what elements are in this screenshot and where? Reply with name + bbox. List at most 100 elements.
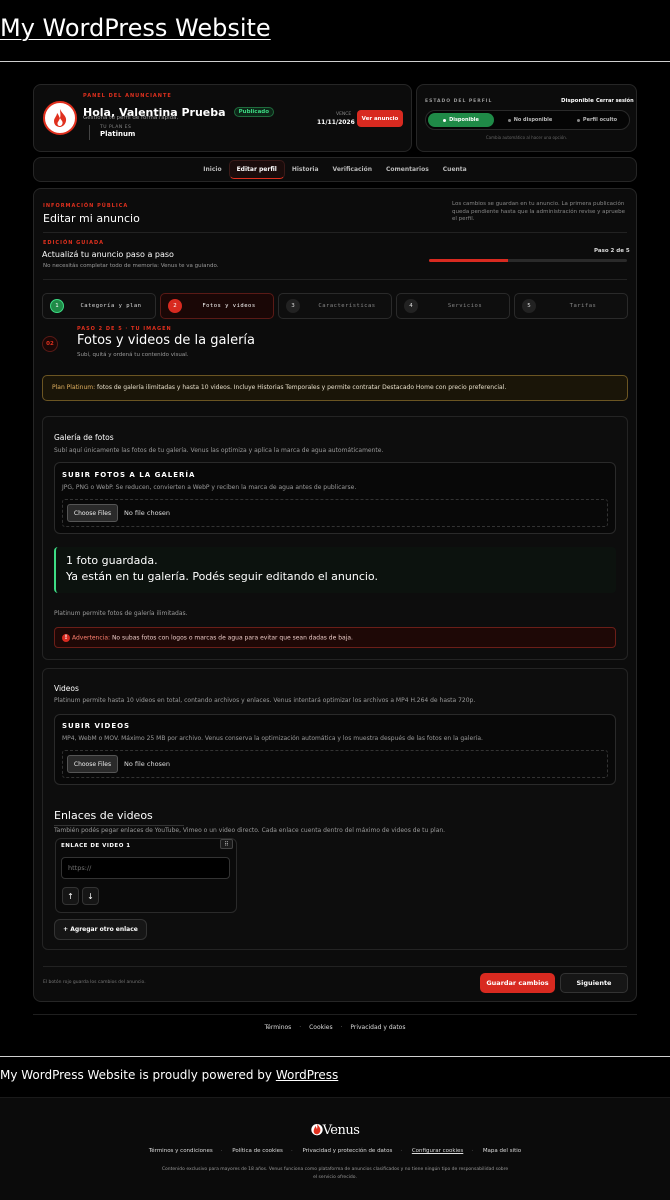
gallery-no-file: No file chosen (124, 509, 171, 517)
status-badge: Publicado (233, 106, 274, 117)
step-1-label: Categoría y plan (80, 303, 142, 309)
status-option-hidden[interactable]: Perfil oculto (566, 113, 628, 127)
powered-text: My WordPress Website is proudly powered … (0, 1068, 276, 1082)
actions-note: El botón rojo guarda los cambios del anu… (43, 980, 146, 985)
gallery-title: Galería de fotos (54, 433, 114, 442)
videos-upload-title: SUBIR VIDEOS (62, 722, 131, 730)
status-toggle-group: Disponible No disponible Perfil oculto (425, 110, 630, 130)
editor-title: Editar mi anuncio (43, 212, 140, 225)
venus-disclaimer: Contenido exclusivo para mayores de 18 a… (0, 1166, 670, 1182)
step-3-label: Características (318, 303, 376, 309)
step-5-label: Tarifas (569, 303, 597, 309)
gallery-upload-desc: JPG, PNG o WebP. Se reducen, convierten … (62, 484, 357, 491)
step-kicker: PASO 2 DE 5 · TU IMAGEN (77, 326, 172, 332)
venus-link-privacy[interactable]: Privacidad y protección de datos (302, 1148, 392, 1154)
links-title: Enlaces de videos (54, 809, 153, 822)
status-label: ESTADO DEL PERFIL (425, 99, 493, 104)
videos-desc: Platinum permite hasta 10 videos en tota… (54, 697, 476, 704)
tab-comentarios[interactable]: Comentarios (379, 161, 436, 178)
plan-name: Platinum (100, 130, 136, 138)
save-button[interactable]: Guardar cambios (480, 973, 555, 993)
drag-handle-icon[interactable]: ⠿ (220, 839, 233, 849)
venus-flame-icon (310, 1121, 323, 1140)
venus-link-configure-cookies[interactable]: Configurar cookies (412, 1148, 464, 1154)
tab-historia[interactable]: Historia (285, 161, 326, 178)
footer-link-cookies[interactable]: Cookies (309, 1024, 333, 1031)
gallery-limit-note: Platinum permite fotos de galería ilimit… (54, 610, 188, 617)
divider-1 (43, 232, 627, 233)
progress-label: Paso 2 de 5 (594, 248, 630, 254)
video-link-input[interactable] (61, 857, 230, 879)
videos-choose-files-button[interactable]: Choose Files (67, 755, 118, 773)
move-up-icon[interactable]: ↑ (62, 887, 79, 905)
step-3-number: 3 (286, 299, 300, 313)
move-down-icon[interactable]: ↓ (82, 887, 99, 905)
footer-link-terms[interactable]: Términos (265, 1024, 292, 1031)
venus-link-cookies[interactable]: Política de cookies (232, 1148, 283, 1154)
step-4[interactable]: 4 Servicios (396, 293, 510, 319)
info-label: INFORMACIÓN PÚBLICA (43, 203, 129, 209)
editor-side-note: Los cambios se guardan en tu anuncio. La… (452, 201, 626, 223)
step-4-number: 4 (404, 299, 418, 313)
tab-cuenta[interactable]: Cuenta (436, 161, 474, 178)
venus-disclaimer-line-2: el servicio ofrecido. (313, 1175, 357, 1181)
next-button[interactable]: Siguiente (560, 973, 628, 993)
step-3[interactable]: 3 Características (278, 293, 392, 319)
panel-label: PANEL DEL ANUNCIANTE (83, 93, 172, 99)
saved-line-1: 1 foto guardada. (66, 554, 158, 567)
status-option-unavailable[interactable]: No disponible (498, 113, 562, 127)
logout-link[interactable]: Cerrar sesión (596, 98, 634, 104)
guided-subtitle: No necesitás completar todo de memoria: … (43, 263, 219, 269)
videos-no-file: No file chosen (124, 760, 171, 768)
saved-line-2: Ya están en tu galería. Podés seguir edi… (66, 569, 378, 583)
view-ad-button[interactable]: Ver anuncio (357, 110, 403, 127)
footer-link-privacy[interactable]: Privacidad y datos (350, 1024, 405, 1031)
step-subtitle: Subí, quitá y ordená tu contenido visual… (77, 352, 189, 358)
flame-logo-icon (43, 101, 77, 135)
status-current: Disponible (561, 98, 594, 104)
venus-disclaimer-line-1: Contenido exclusivo para mayores de 18 a… (161, 1167, 509, 1172)
plan-notice-text: fotos de galería ilimitadas y hasta 10 v… (95, 384, 507, 391)
venus-link-sitemap[interactable]: Mapa del sitio (483, 1148, 521, 1154)
gallery-choose-files-button[interactable]: Choose Files (67, 504, 118, 522)
saved-message: 1 foto guardada. Ya están en tu galería.… (54, 547, 616, 593)
expires-date: 11/11/2026 (317, 119, 355, 126)
guided-label: EDICIÓN GUIADA (43, 240, 105, 246)
step-4-label: Servicios (447, 303, 483, 309)
step-2-number: 2 (168, 299, 182, 313)
expires-label: VENCE (336, 112, 352, 117)
step-2[interactable]: 2 Fotos y videos (160, 293, 274, 319)
guided-title: Actualizá tu anuncio paso a paso (42, 250, 174, 259)
profile-subtitle: Gestioná tu perfil de forma rápida. (83, 115, 179, 121)
step-1[interactable]: 1 Categoría y plan (42, 293, 156, 319)
tab-editar-perfil[interactable]: Editar perfil (228, 160, 285, 179)
step-badge: 02 (42, 336, 58, 352)
warning-box: ! Advertencia: No subas fotos con logos o… (54, 627, 616, 648)
status-note: Cambia automático al hacer una opción. (485, 135, 568, 140)
powered-divider (0, 1056, 670, 1057)
profile-card: PANEL DEL ANUNCIANTE Hola, Valentina Pru… (33, 84, 412, 152)
tab-verificacion[interactable]: Verificación (326, 161, 379, 178)
tab-inicio[interactable]: Inicio (196, 161, 228, 178)
venus-brand: Venus (0, 1120, 670, 1140)
step-title: Fotos y videos de la galería (77, 333, 256, 348)
header-divider (0, 61, 670, 62)
links-title-underline (54, 825, 184, 826)
step-2-label: Fotos y videos (202, 303, 256, 309)
step-5[interactable]: 5 Tarifas (514, 293, 628, 319)
video-link-label: ENLACE DE VIDEO 1 (61, 843, 131, 849)
wordpress-link[interactable]: WordPress (276, 1068, 338, 1082)
step-5-number: 5 (522, 299, 536, 313)
links-desc: También podés pegar enlaces de YouTube, … (54, 827, 446, 834)
divider-actions (43, 966, 627, 967)
status-option-available[interactable]: Disponible (428, 113, 494, 127)
status-card: ESTADO DEL PERFIL Disponible Cerrar sesi… (416, 84, 637, 152)
gallery-upload-title: SUBIR FOTOS A LA GALERÍA (62, 471, 196, 479)
nav-bar: Inicio Editar perfil Historia Verificaci… (33, 157, 637, 182)
venus-footer-links: Términos y condiciones · Política de cook… (148, 1148, 522, 1154)
warning-prefix: Advertencia: (72, 634, 111, 642)
venus-link-terms[interactable]: Términos y condiciones (149, 1148, 213, 1154)
powered-by: My WordPress Website is proudly powered … (0, 1068, 338, 1082)
add-link-button[interactable]: + Agregar otro enlace (54, 919, 147, 940)
site-title-link[interactable]: My WordPress Website (0, 14, 271, 42)
